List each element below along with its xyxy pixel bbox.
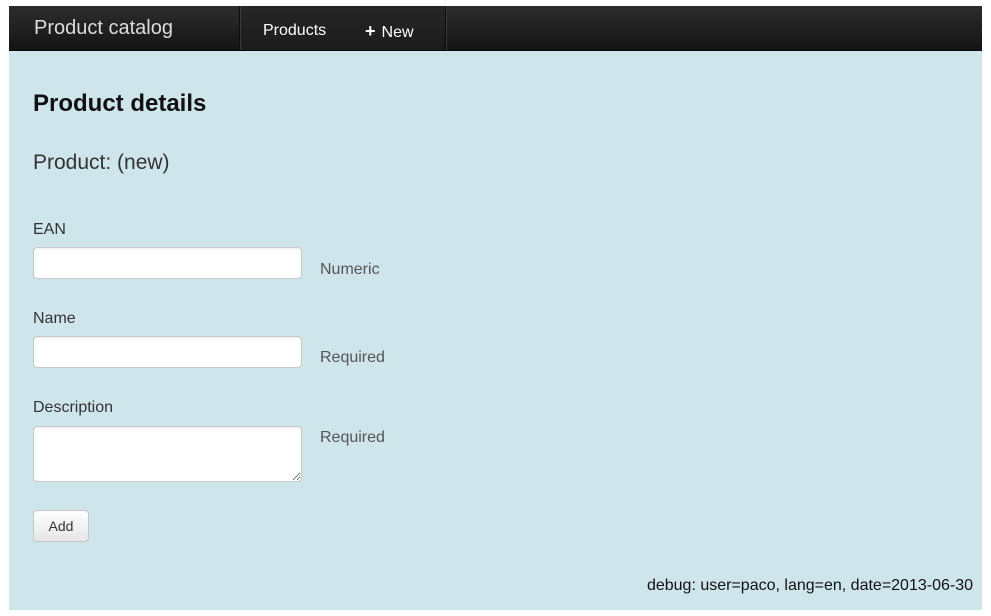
- description-textarea[interactable]: [33, 426, 302, 482]
- name-help: Required: [320, 349, 385, 366]
- ean-label: EAN: [33, 221, 66, 238]
- ean-help: Numeric: [320, 261, 380, 278]
- app-window: Product catalog Products + New Product de…: [9, 6, 982, 610]
- nav-new-link[interactable]: + New: [365, 6, 414, 50]
- top-navbar: Product catalog Products + New: [9, 6, 982, 51]
- navbar-divider: [445, 6, 447, 50]
- nav-new-label: New: [381, 24, 414, 41]
- page-title: Product details: [33, 90, 207, 117]
- description-help: Required: [320, 429, 385, 446]
- nav-products-link[interactable]: Products: [263, 6, 326, 50]
- page-subtitle: Product: (new): [33, 151, 170, 174]
- navbar-links: Products + New: [241, 6, 444, 50]
- debug-info: debug: user=paco, lang=en, date=2013-06-…: [646, 577, 973, 594]
- ean-input[interactable]: [33, 247, 302, 279]
- name-input[interactable]: [33, 336, 302, 368]
- name-label: Name: [33, 310, 76, 327]
- add-button[interactable]: Add: [33, 510, 89, 542]
- description-label: Description: [33, 399, 114, 416]
- brand-link[interactable]: Product catalog: [34, 6, 173, 50]
- plus-icon: +: [365, 21, 376, 41]
